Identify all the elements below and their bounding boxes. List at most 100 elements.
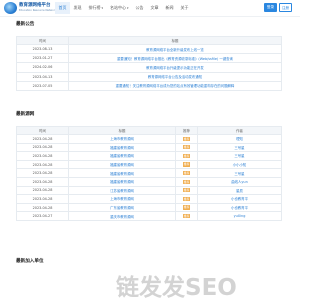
- notice-title-link[interactable]: 教育源网络平台全新升级发布上线一览: [68, 43, 282, 55]
- units-section-title: 最新加入单位: [16, 259, 44, 264]
- notice-date: 2023-08-13: [16, 43, 69, 55]
- row-date: 2023-04-28: [16, 142, 69, 153]
- nav-home[interactable]: 首页: [55, 2, 70, 14]
- row-author-link[interactable]: 曲线人yun: [197, 176, 282, 187]
- nav-about[interactable]: 关于: [177, 2, 192, 14]
- table-row: 2023-04-28 福建省教育源网 推荐 三号星: [16, 142, 282, 153]
- nav-ranking[interactable]: 排行榜 ▾: [85, 2, 107, 14]
- row-author-link[interactable]: 三号星: [197, 142, 282, 153]
- notice-table: 时间 标题 2023-08-13 教育源网络平台全新升级发布上线一览 2023-…: [16, 36, 282, 91]
- notice-date: 2023-01-27: [16, 53, 69, 64]
- table-row: 2023-04-28 广东省教育源网 推荐 小也教育平: [16, 202, 282, 213]
- notice-section-title: 最新公告: [16, 22, 35, 27]
- nav-articles-label: 文章: [150, 5, 159, 10]
- recommend-badge: 推荐: [182, 205, 191, 210]
- row-date: 2023-04-27: [16, 211, 69, 221]
- table-row: 2023-08-13 教育源网络平台全新升级发布上线一览: [16, 43, 282, 55]
- recommend-badge: 推荐: [182, 196, 191, 202]
- notice-title-link[interactable]: 重要通知！关注教育源网络平台成为您的站点有效管理功能重构存在的问题解释: [68, 80, 282, 91]
- notice-date: 2023-07-05: [16, 80, 69, 91]
- table-row: 2023-04-28 福建省教育源网 推荐 三号星: [16, 168, 282, 178]
- table-row: 2023-04-28 福建省教育源网 推荐 三号星: [16, 151, 282, 161]
- notice-title-link[interactable]: 教育源网络平台公告及活动发布通知: [68, 71, 282, 82]
- notice-date: 2024-02-06: [16, 62, 69, 73]
- row-tag-cell: 推荐: [175, 202, 198, 213]
- recommend-badge: 推荐: [182, 214, 191, 219]
- site-logo-icon[interactable]: [4, 2, 17, 14]
- row-tag-cell: 推荐: [175, 168, 198, 178]
- row-author-link[interactable]: yuXing: [197, 211, 282, 221]
- nav-site-center[interactable]: 名站中心 ▾: [107, 2, 133, 14]
- row-title-link[interactable]: 上海市教育源网: [68, 194, 176, 204]
- recommend-badge: 推荐: [182, 153, 191, 159]
- row-author-link[interactable]: 三号星: [197, 168, 282, 178]
- row-date: 2023-04-28: [16, 202, 69, 213]
- col-header-author: 作者: [197, 126, 282, 135]
- table-row: 2023-04-27 重庆市教育源网 推荐 yuXing: [16, 211, 282, 221]
- nav-discover-label: 发现: [73, 5, 82, 10]
- main-nav: 首页 发现 排行榜 ▾ 名站中心 ▾ 公告 文章 新闻 关于: [55, 2, 192, 14]
- col-header-time: 时间: [16, 126, 69, 135]
- latest-table-header: 时间 标题 推荐 作者: [16, 126, 282, 135]
- nav-discover[interactable]: 发现: [70, 2, 85, 14]
- table-row: 2024-02-06 教育源网络平台升级提示功能正在开发: [16, 62, 282, 73]
- row-author-link[interactable]: 小也教育平: [197, 194, 282, 204]
- row-tag-cell: 推荐: [175, 185, 198, 196]
- nav-site-center-label: 名站中心: [110, 5, 127, 10]
- row-tag-cell: 推荐: [175, 211, 198, 221]
- notice-title-link[interactable]: 重要通知！教育源网络平台推出《教育资源收录标准》(Web/ssfile) 一键查…: [68, 53, 282, 64]
- row-date: 2023-04-28: [16, 168, 69, 178]
- row-author-link[interactable]: 三号星: [197, 151, 282, 161]
- nav-home-label: 首页: [58, 5, 67, 10]
- login-button[interactable]: 登录: [264, 3, 277, 12]
- table-row: 2023-04-28 福建省教育源网 推荐 小小小知: [16, 159, 282, 170]
- row-author-link[interactable]: 理知: [197, 134, 282, 144]
- row-tag-cell: 推荐: [175, 151, 198, 161]
- row-tag-cell: 推荐: [175, 176, 198, 187]
- notice-table-header: 时间 标题: [16, 36, 282, 45]
- latest-table: 时间 标题 推荐 作者 2023-04-28 上海市教育源网 推荐 理知 202…: [16, 126, 282, 221]
- row-author-link[interactable]: 星辰: [197, 185, 282, 196]
- latest-section-title: 最新源网: [16, 112, 35, 117]
- table-row: 2023-04-13 教育源网络平台公告及活动发布通知: [16, 71, 282, 82]
- row-title-link[interactable]: 福建省教育源网: [68, 159, 176, 170]
- table-row: 2023-04-28 上海市教育源网 推荐 小也教育平: [16, 194, 282, 204]
- row-title-link[interactable]: 广东省教育源网: [68, 202, 176, 213]
- row-tag-cell: 推荐: [175, 159, 198, 170]
- nav-about-label: 关于: [180, 5, 189, 10]
- table-row: 2023-04-28 江苏省教育源网 推荐 星辰: [16, 185, 282, 196]
- recommend-badge: 推荐: [182, 136, 191, 141]
- recommend-badge: 推荐: [182, 179, 191, 184]
- row-author-link[interactable]: 小也教育平: [197, 202, 282, 213]
- nav-news[interactable]: 新闻: [162, 2, 177, 14]
- recommend-badge: 推荐: [182, 145, 191, 150]
- row-title-link[interactable]: 福建省教育源网: [68, 142, 176, 153]
- recommend-badge: 推荐: [182, 171, 191, 176]
- site-title[interactable]: 教育源网络平台: [19, 2, 51, 8]
- col-header-title: 标题: [68, 126, 176, 135]
- row-title-link[interactable]: 福建省教育源网: [68, 151, 176, 161]
- row-tag-cell: 推荐: [175, 194, 198, 204]
- row-title-link[interactable]: 重庆市教育源网: [68, 211, 176, 221]
- notice-title-link[interactable]: 教育源网络平台升级提示功能正在开发: [68, 62, 282, 73]
- nav-ranking-label: 排行榜: [88, 5, 101, 10]
- row-title-link[interactable]: 江苏省教育源网: [68, 185, 176, 196]
- recommend-badge: 推荐: [182, 188, 191, 193]
- col-header-title: 标题: [68, 36, 282, 45]
- table-row: 2023-04-28 上海市教育源网 推荐 理知: [16, 134, 282, 144]
- nav-articles[interactable]: 文章: [147, 2, 162, 14]
- table-row: 2023-04-28 福建省教育源网 推荐 曲线人yun: [16, 176, 282, 187]
- watermark-text: 链发发SEO: [116, 275, 237, 301]
- nav-notice[interactable]: 公告: [132, 2, 147, 14]
- register-button[interactable]: 注册: [279, 3, 292, 12]
- col-header-time: 时间: [16, 36, 69, 45]
- col-header-tag: 推荐: [175, 126, 198, 135]
- row-date: 2023-04-28: [16, 134, 69, 144]
- top-header: 教育源网络平台 Education Resource Network Platf…: [0, 0, 300, 16]
- row-author-link[interactable]: 小小小知: [197, 159, 282, 170]
- row-title-link[interactable]: 福建省教育源网: [68, 168, 176, 178]
- row-title-link[interactable]: 福建省教育源网: [68, 176, 176, 187]
- header-divider: [0, 16, 300, 17]
- nav-news-label: 新闻: [165, 5, 174, 10]
- row-title-link[interactable]: 上海市教育源网: [68, 134, 176, 144]
